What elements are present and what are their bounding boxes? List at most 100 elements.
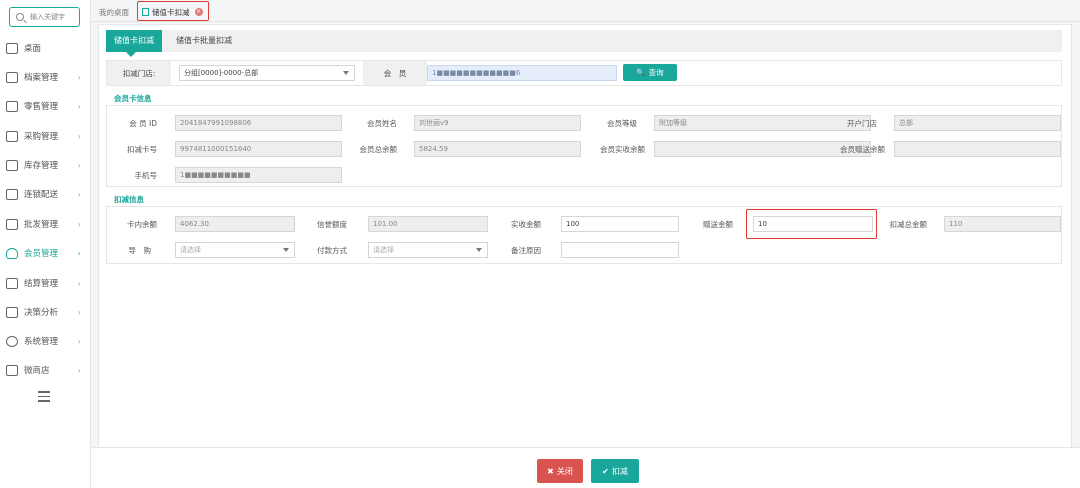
gift-amount-highlight-frame bbox=[746, 209, 877, 239]
subtab-stored-card-deduct[interactable]: 储值卡扣减 bbox=[106, 30, 162, 57]
deduct-info-title: 扣减信息 bbox=[114, 194, 144, 204]
sidebar-item-system[interactable]: 系统管理 › bbox=[0, 331, 91, 351]
card-info-section: 会 员 ID 2041847991098806 会员姓名 刘世丽v9 会员等级 … bbox=[106, 105, 1062, 187]
sidebar-item-analysis[interactable]: 决策分析 › bbox=[0, 302, 91, 322]
truck-icon bbox=[6, 188, 18, 200]
query-button-label: 查询 bbox=[648, 68, 664, 77]
deduct-button[interactable]: ✔ 扣减 bbox=[591, 459, 639, 483]
sidebar-item-label: 决策分析 bbox=[24, 308, 59, 318]
subtab-batch-deduct[interactable]: 储值卡批量扣减 bbox=[168, 30, 240, 52]
tab-strip: 我的桌面 储值卡扣减 × bbox=[91, 0, 1080, 22]
sidebar-item-label: 系统管理 bbox=[24, 337, 59, 347]
query-button[interactable]: 🔍 查询 bbox=[623, 64, 677, 81]
inventory-icon bbox=[6, 159, 18, 171]
sidebar-item-label: 结算管理 bbox=[24, 279, 59, 289]
caret-down-icon bbox=[343, 71, 349, 75]
chevron-right-icon: › bbox=[77, 131, 81, 141]
chevron-right-icon: › bbox=[77, 336, 81, 346]
credit-field: 101.00 bbox=[368, 216, 488, 232]
search-placeholder: 输入关键字 bbox=[30, 13, 65, 21]
member-level-label: 会员等级 bbox=[607, 118, 637, 128]
close-button[interactable]: ✖ 关闭 bbox=[537, 459, 583, 483]
store-label: 扣减门店: bbox=[107, 61, 171, 85]
sidebar-item-label: 桌面 bbox=[24, 44, 42, 54]
received-input[interactable]: 100 bbox=[561, 216, 679, 232]
sub-tabs: 储值卡扣减 储值卡批量扣减 bbox=[106, 30, 1062, 57]
open-store-field: 总部 bbox=[894, 115, 1061, 131]
caret-down-icon bbox=[283, 248, 289, 252]
chevron-right-icon: › bbox=[77, 307, 81, 317]
action-bar: ✖ 关闭 ✔ 扣减 bbox=[91, 447, 1080, 488]
shop-icon bbox=[6, 364, 18, 376]
retail-icon bbox=[6, 100, 18, 112]
member-input[interactable]: 1■■■■■■■■■■■■6 bbox=[427, 65, 617, 81]
total-balance-label: 会员总余额 bbox=[359, 144, 398, 154]
sidebar-item-purchase[interactable]: 采购管理 › bbox=[0, 126, 91, 146]
sidebar-item-label: 连锁配送 bbox=[24, 190, 59, 200]
guide-select[interactable]: 请选择 bbox=[175, 242, 295, 258]
user-icon bbox=[6, 247, 18, 259]
sidebar-item-label: 采购管理 bbox=[24, 132, 59, 142]
sidebar-item-retail[interactable]: 零售管理 › bbox=[0, 96, 91, 116]
sidebar-item-label: 库存管理 bbox=[24, 161, 59, 171]
card-no-label: 扣减卡号 bbox=[127, 144, 157, 154]
sidebar-item-settlement[interactable]: 结算管理 › bbox=[0, 273, 91, 293]
sidebar-search-input[interactable]: 输入关键字 bbox=[9, 7, 80, 27]
sidebar-item-distribution[interactable]: 连锁配送 › bbox=[0, 184, 91, 204]
remark-input[interactable] bbox=[561, 242, 679, 258]
total-amount-label: 扣减总金额 bbox=[889, 219, 928, 229]
sidebar: 输入关键字 桌面 档案管理 › 零售管理 › 采购管理 › 库存管理 › 连锁配… bbox=[0, 0, 91, 488]
card-balance-label: 卡内余额 bbox=[127, 219, 157, 229]
sidebar-item-label: 批发管理 bbox=[24, 220, 59, 230]
sidebar-item-label: 零售管理 bbox=[24, 102, 59, 112]
phone-field: 1■■■■■■■■■■ bbox=[175, 167, 342, 183]
payment-select[interactable]: 请选择 bbox=[368, 242, 488, 258]
member-label: 会 员 bbox=[363, 61, 427, 85]
monitor-icon bbox=[6, 42, 18, 54]
wholesale-icon bbox=[6, 218, 18, 230]
store-select[interactable]: 分组[0000]-0000-总部 bbox=[179, 65, 355, 81]
chevron-right-icon: › bbox=[77, 219, 81, 229]
store-select-value: 分组[0000]-0000-总部 bbox=[184, 69, 259, 77]
main-area: 储值卡扣减 储值卡批量扣减 扣减门店: 分组[0000]-0000-总部 会 员… bbox=[91, 22, 1080, 488]
chevron-right-icon: › bbox=[77, 160, 81, 170]
credit-label: 信誉额度 bbox=[317, 219, 347, 229]
chevron-right-icon: › bbox=[77, 365, 81, 375]
purchase-icon bbox=[6, 130, 18, 142]
card-no-field: 9974811000151640 bbox=[175, 141, 342, 157]
sidebar-item-label: 档案管理 bbox=[24, 73, 59, 83]
tab-highlight-frame bbox=[137, 1, 209, 21]
chevron-right-icon: › bbox=[77, 278, 81, 288]
gift-amount-label: 赠送金额 bbox=[703, 219, 733, 229]
deduct-info-section: 卡内余额 4062.30 信誉额度 101.00 实收金额 100 赠送金额 1… bbox=[106, 206, 1062, 264]
phone-label: 手机号 bbox=[134, 170, 158, 180]
member-name-field: 刘世丽v9 bbox=[414, 115, 581, 131]
card-balance-field: 4062.30 bbox=[175, 216, 295, 232]
caret-down-icon bbox=[476, 248, 482, 252]
search-icon: 🔍 bbox=[636, 68, 646, 77]
total-amount-field: 110 bbox=[944, 216, 1061, 232]
sidebar-item-archive[interactable]: 档案管理 › bbox=[0, 67, 91, 87]
sidebar-item-inventory[interactable]: 库存管理 › bbox=[0, 155, 91, 175]
chevron-right-icon: › bbox=[77, 72, 81, 82]
menu-collapse-icon[interactable] bbox=[38, 391, 50, 403]
sidebar-item-microstore[interactable]: 微商店 › bbox=[0, 360, 91, 380]
close-icon: ✖ bbox=[547, 466, 554, 476]
chevron-right-icon: › bbox=[77, 248, 81, 258]
tab-home[interactable]: 我的桌面 bbox=[99, 4, 129, 20]
sidebar-item-wholesale[interactable]: 批发管理 › bbox=[0, 214, 91, 234]
content-panel: 储值卡扣减 储值卡批量扣减 扣减门店: 分组[0000]-0000-总部 会 员… bbox=[98, 24, 1072, 484]
real-balance-label: 会员实收余额 bbox=[600, 144, 645, 154]
payment-label: 付款方式 bbox=[317, 245, 347, 255]
calculator-icon bbox=[6, 277, 18, 289]
gear-icon bbox=[6, 335, 18, 347]
sidebar-item-member[interactable]: 会员管理 › bbox=[0, 243, 91, 263]
total-balance-field: 5824.59 bbox=[414, 141, 581, 157]
payment-select-placeholder: 请选择 bbox=[373, 246, 394, 254]
guide-label: 导 购 bbox=[128, 245, 152, 255]
open-store-label: 开户门店 bbox=[847, 118, 877, 128]
search-icon bbox=[16, 13, 24, 21]
sidebar-item-label: 会员管理 bbox=[24, 249, 59, 259]
gift-balance-field bbox=[894, 141, 1061, 157]
sidebar-item-desktop[interactable]: 桌面 bbox=[0, 38, 91, 58]
